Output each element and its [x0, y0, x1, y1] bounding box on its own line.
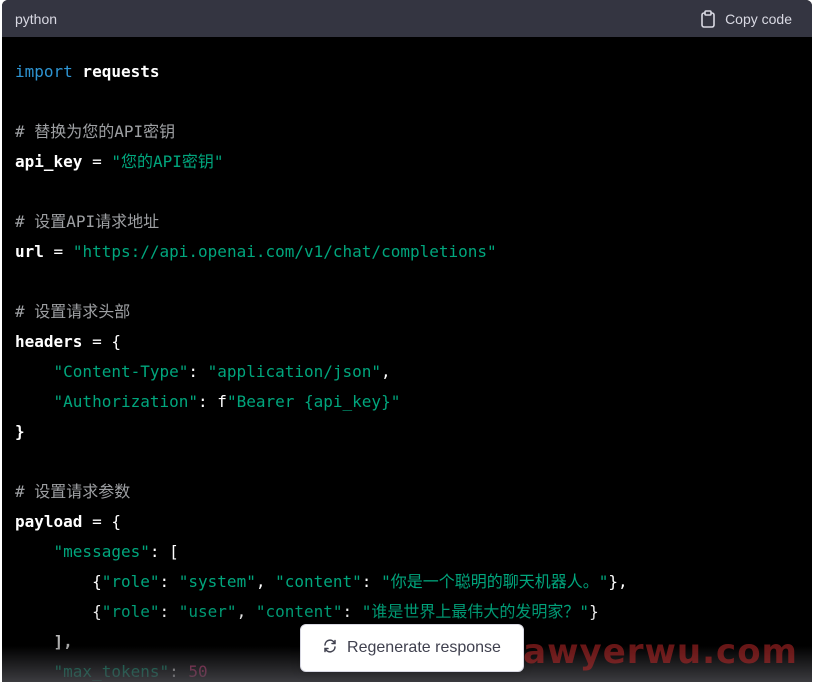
code-line-1: import requests [15, 57, 812, 87]
code-string: "Authorization" [53, 392, 199, 411]
copy-code-button[interactable]: Copy code [700, 9, 792, 28]
code-string: "https://api.openai.com/v1/chat/completi… [72, 242, 497, 261]
watermark: awyerwu.com [523, 632, 798, 672]
code-token: import [15, 62, 73, 81]
code-line-16: payload = { [15, 507, 812, 537]
code-token: { [15, 572, 102, 591]
code-token: ], [15, 632, 73, 651]
code-token: headers [15, 332, 83, 351]
code-string: "content" [275, 572, 362, 591]
code-string: "messages" [53, 542, 150, 561]
code-string: "你是一个聪明的聊天机器人。" [381, 572, 609, 591]
code-line-9: # 设置请求头部 [15, 297, 812, 327]
code-token: : [159, 602, 179, 621]
code-string: "Bearer {api_key}" [226, 392, 401, 411]
code-number: 50 [188, 662, 208, 681]
code-token: : [159, 572, 179, 591]
code-string: "您的API密钥" [111, 152, 224, 171]
code-string: "max_tokens" [53, 662, 170, 681]
code-token: : [188, 362, 208, 381]
code-token: : [361, 572, 382, 591]
code-token: url [15, 242, 44, 261]
code-block: python Copy code import requests # 替换为您的A… [2, 0, 812, 682]
code-line-4: api_key = "您的API密钥" [15, 147, 812, 177]
code-string: "Content-Type" [53, 362, 189, 381]
code-token: }, [608, 572, 628, 591]
code-token: = { [82, 512, 121, 531]
regenerate-response-label: Regenerate response [347, 639, 501, 656]
code-line-18: {"role": "system", "content": "你是一个聪明的聊天… [15, 567, 812, 597]
code-token: payload [15, 512, 83, 531]
code-content: import requests # 替换为您的API密钥 api_key = "您的… [2, 37, 812, 682]
code-token: } [15, 422, 25, 441]
code-line-7: url = "https://api.openai.com/v1/chat/co… [15, 237, 812, 267]
language-label: python [15, 10, 58, 27]
code-token: requests [72, 62, 160, 81]
code-line-19: {"role": "user", "content": "谁是世界上最伟大的发明… [15, 597, 812, 627]
code-token: = [82, 152, 112, 171]
code-line-12: "Authorization": f"Bearer {api_key}" [15, 387, 812, 417]
code-token: : [169, 662, 189, 681]
code-token: { [15, 602, 102, 621]
code-comment: # 设置API请求地址 [15, 212, 160, 231]
regenerate-response-button[interactable]: Regenerate response [300, 624, 524, 672]
code-line-13: } [15, 417, 812, 447]
code-token: = [43, 242, 73, 261]
code-string: "system" [178, 572, 256, 591]
code-string: "谁是世界上最伟大的发明家？" [361, 602, 590, 621]
code-line-17: "messages": [ [15, 537, 812, 567]
code-string: "role" [101, 602, 160, 621]
code-string: "user" [178, 602, 237, 621]
code-line-10: headers = { [15, 327, 812, 357]
copy-code-label: Copy code [725, 10, 792, 27]
code-comment: # 设置请求头部 [15, 302, 131, 321]
code-line-6: # 设置API请求地址 [15, 207, 812, 237]
code-token: api_key [15, 152, 83, 171]
code-token: } [589, 602, 599, 621]
code-token: , [381, 362, 391, 381]
code-string: "application/json" [207, 362, 382, 381]
code-block-header: python Copy code [2, 0, 812, 37]
code-token: : [ [149, 542, 179, 561]
code-token: : [342, 602, 362, 621]
code-comment: # 设置请求参数 [15, 482, 131, 501]
code-comment: # 替换为您的API密钥 [15, 122, 176, 141]
code-line-15: # 设置请求参数 [15, 477, 812, 507]
code-token: , [255, 572, 276, 591]
code-string: "role" [101, 572, 160, 591]
refresh-icon [323, 638, 337, 658]
code-token: , [236, 602, 256, 621]
code-line-11: "Content-Type": "application/json", [15, 357, 812, 387]
code-token: : f [198, 392, 227, 411]
code-line-3: # 替换为您的API密钥 [15, 117, 812, 147]
code-token: = { [82, 332, 121, 351]
code-string: "content" [255, 602, 343, 621]
clipboard-icon [700, 9, 716, 28]
